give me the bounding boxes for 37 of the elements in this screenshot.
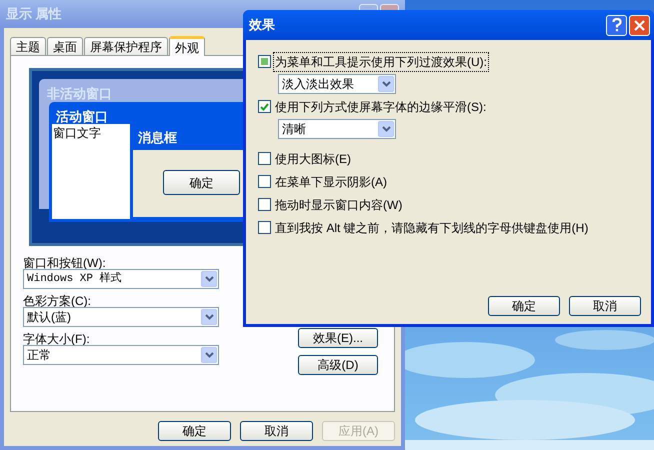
tab[interactable]: 屏幕保护程序 xyxy=(84,37,168,55)
button[interactable]: 确定 xyxy=(163,170,240,195)
checkbox-label: 使用大图标(E) xyxy=(274,150,352,168)
checkbox[interactable] xyxy=(258,198,271,211)
button[interactable]: 取消 xyxy=(240,421,313,441)
button[interactable]: 取消 xyxy=(569,296,641,316)
checkbox[interactable] xyxy=(258,55,271,68)
window-title: 非活动窗口 xyxy=(47,85,112,103)
dropdown[interactable]: 默认(蓝) xyxy=(23,307,219,327)
checkbox[interactable] xyxy=(258,152,271,165)
checkbox-label: 使用下列方式使屏幕字体的边缘平滑(S): xyxy=(274,98,488,116)
checkbox[interactable] xyxy=(258,221,271,234)
checkbox-label: 直到我按 Alt 键之前，请隐藏有下划线的字母供键盘使用(H) xyxy=(274,220,590,236)
message-box-title: 消息框 xyxy=(138,129,177,148)
dropdown[interactable]: 淡入淡出效果 xyxy=(278,74,396,94)
button[interactable]: 确定 xyxy=(488,296,560,316)
field-label: 字体大小(F): xyxy=(23,331,91,345)
checkbox-label: 在菜单下显示阴影(A) xyxy=(274,174,388,190)
checkbox[interactable] xyxy=(258,175,271,188)
checkbox-label: 拖动时显示窗口内容(W) xyxy=(274,196,404,214)
dropdown[interactable]: 正常 xyxy=(23,345,219,365)
checkbox[interactable] xyxy=(258,100,271,113)
window-text: 窗口文字 xyxy=(53,126,101,140)
dropdown[interactable]: 清晰 xyxy=(278,119,396,139)
tab[interactable]: 外观 xyxy=(169,36,205,56)
window-title: 活动窗口 xyxy=(56,108,108,126)
checkbox-label: 为菜单和工具提示使用下列过渡效果(U): xyxy=(274,52,488,70)
dialog-title: 效果 xyxy=(249,16,275,34)
tab[interactable]: 主题 xyxy=(10,37,46,55)
button[interactable]: 高级(D) xyxy=(298,355,378,375)
button[interactable]: 确定 xyxy=(158,421,231,441)
dropdown[interactable]: Windows XP 样式 xyxy=(23,269,219,289)
field-label: 色彩方案(C): xyxy=(23,293,92,307)
tab[interactable]: 桌面 xyxy=(47,37,83,55)
window-title: 显示 属性 xyxy=(6,5,62,24)
button[interactable]: 效果(E)... xyxy=(298,328,378,348)
field-label: 窗口和按钮(W): xyxy=(23,255,107,269)
